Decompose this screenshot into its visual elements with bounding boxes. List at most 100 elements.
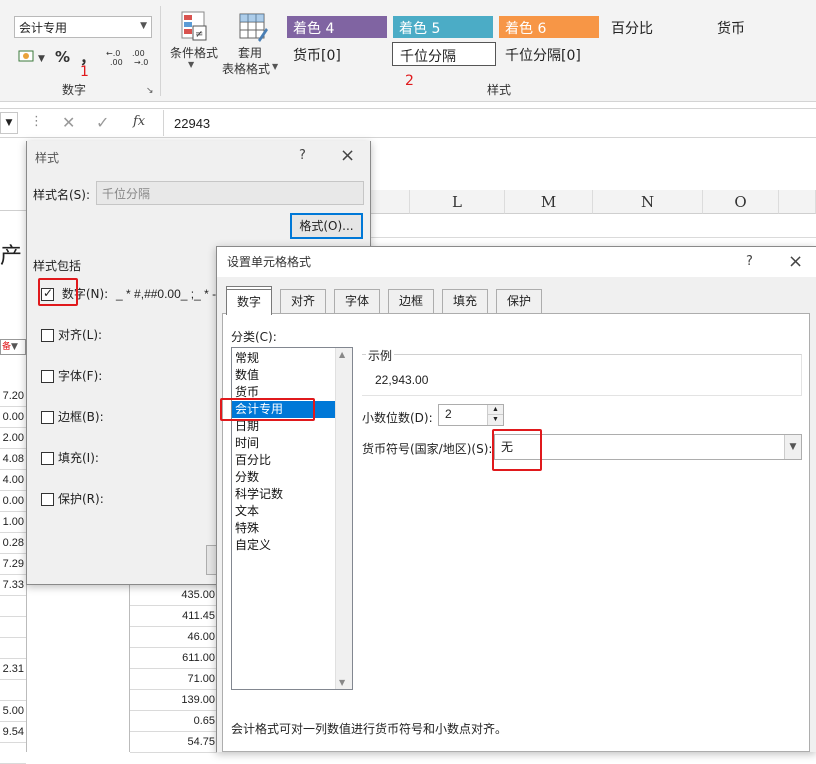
style-percent[interactable]: 百分比 bbox=[605, 16, 705, 38]
cell-value[interactable]: 139.00 bbox=[130, 690, 217, 711]
scroll-down-icon[interactable]: ▼ bbox=[339, 678, 345, 687]
annotation-highlight bbox=[38, 278, 78, 306]
cell-value[interactable]: 5.00 bbox=[0, 701, 26, 722]
help-icon[interactable]: ? bbox=[299, 141, 306, 171]
grid-row bbox=[370, 214, 816, 238]
cell-value[interactable]: 0.00 bbox=[0, 407, 26, 428]
category-item[interactable]: 分数 bbox=[232, 469, 336, 486]
cell-value[interactable]: 1.00 bbox=[0, 512, 26, 533]
tab-border[interactable]: 边框 bbox=[388, 289, 434, 313]
cell-value[interactable]: 7.33 bbox=[0, 575, 26, 596]
cell-value[interactable] bbox=[0, 638, 26, 659]
cell-value[interactable]: 411.45 bbox=[130, 606, 217, 627]
accounting-format-button[interactable]: ▼ bbox=[18, 48, 48, 68]
style-currency[interactable]: 货币 bbox=[711, 16, 811, 38]
cell-value[interactable]: 611.00 bbox=[130, 648, 217, 669]
option-fill[interactable]: 填充(I): bbox=[41, 449, 99, 466]
cell-value[interactable]: 4.00 bbox=[0, 470, 26, 491]
font-checkbox[interactable] bbox=[41, 370, 54, 383]
style-accent4[interactable]: 着色 4 bbox=[287, 16, 387, 38]
cell-value[interactable] bbox=[0, 743, 26, 764]
cell-value[interactable]: 71.00 bbox=[130, 669, 217, 690]
filter-dropdown[interactable]: 备▼ bbox=[0, 339, 26, 355]
tab-protection[interactable]: 保护 bbox=[496, 289, 542, 313]
style-comma0[interactable]: 千位分隔[0] bbox=[499, 43, 603, 65]
conditional-format-icon: ≠ bbox=[181, 11, 207, 41]
category-item[interactable]: 时间 bbox=[232, 435, 336, 452]
style-accent6[interactable]: 着色 6 bbox=[499, 16, 599, 38]
column-header-l[interactable]: L bbox=[410, 190, 505, 214]
annotation-highlight bbox=[492, 429, 542, 471]
category-scrollbar[interactable]: ▲ ▼ bbox=[335, 348, 352, 689]
category-item[interactable]: 特殊 bbox=[232, 520, 336, 537]
category-item[interactable]: 自定义 bbox=[232, 537, 336, 554]
cell-value[interactable]: 46.00 bbox=[130, 627, 217, 648]
chevron-down-icon: ▼ bbox=[140, 21, 147, 31]
style-accent5[interactable]: 着色 5 bbox=[393, 16, 493, 38]
style-comma[interactable]: 千位分隔 bbox=[392, 42, 496, 66]
cell-value[interactable]: 4.08 bbox=[0, 449, 26, 470]
conditional-format-button[interactable]: ≠ 条件格式 ▼ bbox=[166, 8, 222, 78]
chevron-down-icon[interactable]: ▼ bbox=[784, 435, 801, 459]
fill-checkbox[interactable] bbox=[41, 452, 54, 465]
cell-value[interactable]: 0.28 bbox=[0, 533, 26, 554]
column-header-n[interactable]: N bbox=[593, 190, 703, 214]
category-item[interactable]: 百分比 bbox=[232, 452, 336, 469]
alignment-checkbox[interactable] bbox=[41, 329, 54, 342]
category-item[interactable]: 文本 bbox=[232, 503, 336, 520]
cell-value[interactable] bbox=[0, 617, 26, 638]
close-icon[interactable]: × bbox=[340, 141, 355, 171]
function-icon[interactable]: fx bbox=[133, 114, 145, 129]
option-protection[interactable]: 保护(R): bbox=[41, 490, 104, 507]
formula-input[interactable]: 22943 bbox=[163, 110, 816, 136]
cancel-icon[interactable]: ✕ bbox=[62, 113, 75, 132]
decimal-places-value: 2 bbox=[445, 407, 452, 421]
style-dialog-title: 样式 bbox=[35, 151, 60, 165]
tab-fill[interactable]: 填充 bbox=[442, 289, 488, 313]
cell-value[interactable]: 0.65 bbox=[130, 711, 217, 732]
help-icon[interactable]: ? bbox=[746, 247, 753, 277]
option-fill-label: 填充(I): bbox=[58, 451, 99, 465]
tab-font[interactable]: 字体 bbox=[334, 289, 380, 313]
table-format-label-1: 套用 bbox=[238, 46, 263, 60]
decimal-places-stepper[interactable]: 2 ▲ ▼ bbox=[438, 404, 504, 426]
cell-value[interactable]: 7.20 bbox=[0, 386, 26, 407]
option-font[interactable]: 字体(F): bbox=[41, 367, 102, 384]
decrease-decimal-button[interactable]: .00 →.0 bbox=[132, 48, 154, 68]
tab-number-active[interactable]: 数字 bbox=[226, 289, 272, 315]
cell-value[interactable]: 54.75 bbox=[130, 732, 217, 753]
category-item[interactable]: 数值 bbox=[232, 367, 336, 384]
border-checkbox[interactable] bbox=[41, 411, 54, 424]
column-header-o[interactable]: O bbox=[703, 190, 779, 214]
percent-button[interactable]: % bbox=[55, 48, 70, 66]
increase-decimal-button[interactable]: ←.0.00 bbox=[106, 48, 128, 68]
enter-icon[interactable]: ✓ bbox=[96, 113, 109, 132]
option-alignment[interactable]: 对齐(L): bbox=[41, 326, 102, 343]
option-protection-label: 保护(R): bbox=[58, 492, 104, 506]
cell-value[interactable]: 9.54 bbox=[0, 722, 26, 743]
scroll-up-icon[interactable]: ▲ bbox=[339, 350, 345, 359]
cell-value[interactable]: 435.00 bbox=[130, 585, 217, 606]
close-icon[interactable]: × bbox=[788, 247, 803, 277]
column-header-m[interactable]: M bbox=[505, 190, 593, 214]
option-border[interactable]: 边框(B): bbox=[41, 408, 104, 425]
tab-alignment[interactable]: 对齐 bbox=[280, 289, 326, 313]
cell-value[interactable]: 2.31 bbox=[0, 659, 26, 680]
protection-checkbox[interactable] bbox=[41, 493, 54, 506]
style-currency0[interactable]: 货币[0] bbox=[287, 43, 387, 65]
cell-value[interactable]: 7.29 bbox=[0, 554, 26, 575]
style-name-input[interactable]: 千位分隔 bbox=[96, 181, 364, 205]
cell-value[interactable]: 2.00 bbox=[0, 428, 26, 449]
stepper-up-icon[interactable]: ▲ bbox=[487, 405, 503, 415]
category-item[interactable]: 常规 bbox=[232, 350, 336, 367]
number-format-select[interactable]: 会计专用 ▼ bbox=[14, 16, 152, 38]
stepper-down-icon[interactable]: ▼ bbox=[487, 415, 503, 425]
format-button[interactable]: 格式(O)... bbox=[290, 213, 363, 239]
cell-value[interactable]: 0.00 bbox=[0, 491, 26, 512]
name-box-dropdown[interactable]: ▼ bbox=[0, 112, 18, 134]
category-item[interactable]: 科学记数 bbox=[232, 486, 336, 503]
style-percent-label: 百分比 bbox=[611, 21, 653, 37]
cell-value[interactable] bbox=[0, 596, 26, 617]
dialog-launcher-icon[interactable]: ↘ bbox=[146, 86, 154, 96]
cell-value[interactable] bbox=[0, 680, 26, 701]
